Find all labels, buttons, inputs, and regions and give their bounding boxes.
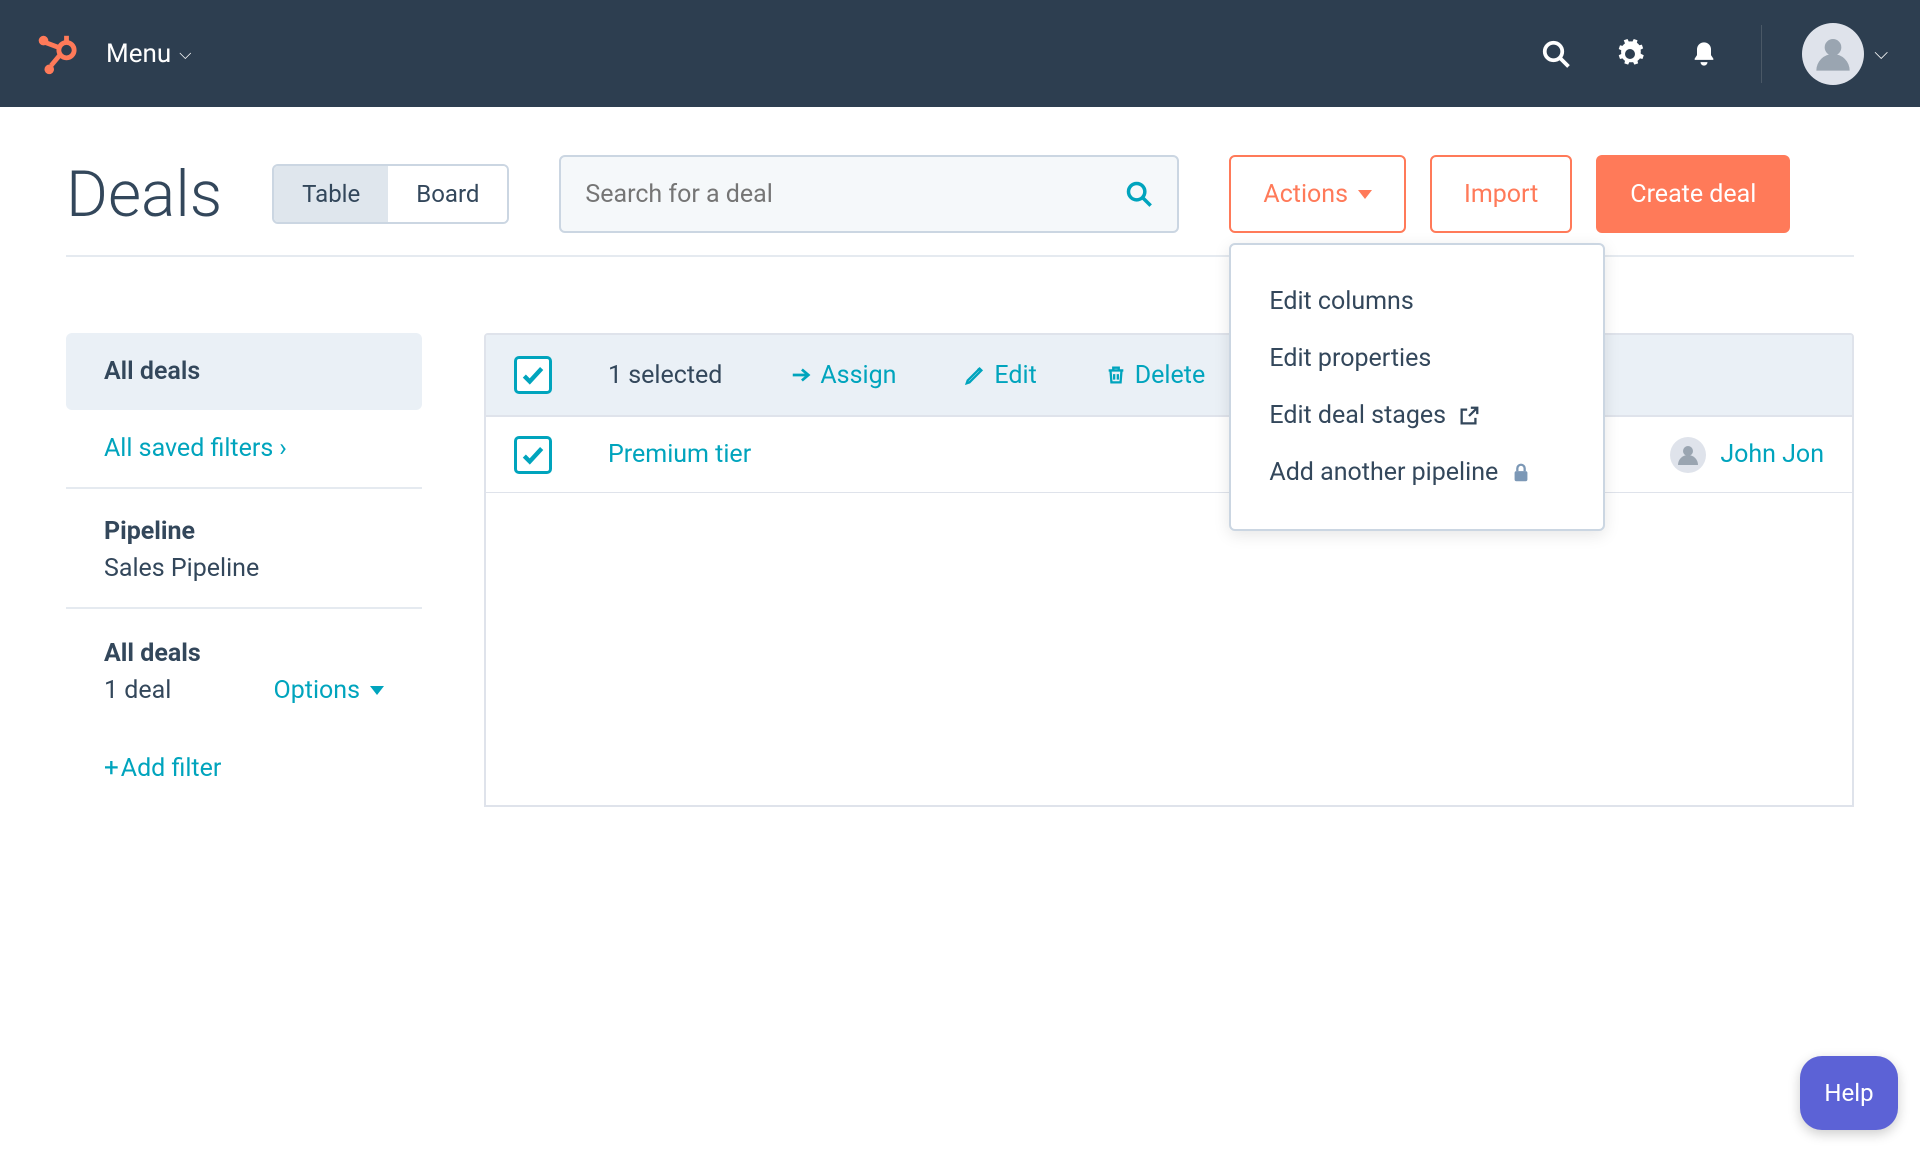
sidebar-options[interactable]: Options [274,676,384,705]
dropdown-edit-properties[interactable]: Edit properties [1231,330,1603,387]
page-title: Deals [66,157,222,232]
dropdown-edit-columns[interactable]: Edit columns [1231,273,1603,330]
plus-icon: + [104,753,119,783]
gear-icon[interactable] [1613,37,1647,71]
view-toggle: Table Board [272,164,509,224]
options-label: Options [274,676,360,705]
dropdown-add-pipeline-label: Add another pipeline [1269,458,1498,487]
account-menu[interactable]: ⌵ [1802,23,1888,85]
help-button[interactable]: Help [1800,1056,1898,1130]
sidebar-pipeline-value: Sales Pipeline [66,554,422,609]
hubspot-logo[interactable] [32,31,78,77]
actions-dropdown: Edit columns Edit properties Edit deal s… [1229,243,1605,531]
sidebar-filter-heading: All deals [66,609,422,676]
external-link-icon [1458,405,1480,427]
avatar [1802,23,1864,85]
selected-count: 1 selected [608,361,722,390]
table-header: 1 selected Assign Edit Delete [486,335,1852,417]
add-filter-label: Add filter [121,754,222,783]
page-header: Deals Table Board Actions Edit columns E… [66,107,1854,257]
deals-table: 1 selected Assign Edit Delete Pr [484,333,1854,807]
sidebar-pipeline-heading: Pipeline [66,493,422,554]
dropdown-edit-stages[interactable]: Edit deal stages [1231,387,1603,444]
menu-label: Menu [106,39,171,69]
bulk-edit[interactable]: Edit [964,361,1036,390]
edit-label: Edit [994,361,1036,390]
saved-filters-label: All saved filters [104,434,273,463]
menu-button[interactable]: Menu ⌵ [106,39,191,69]
bulk-assign[interactable]: Assign [790,361,896,390]
sidebar-all-deals[interactable]: All deals [66,333,422,410]
search-icon [1125,180,1153,208]
pencil-icon [964,364,986,386]
top-nav: Menu ⌵ ⌵ [0,0,1920,107]
chevron-down-icon: ⌵ [1874,43,1888,64]
import-button[interactable]: Import [1430,155,1572,233]
caret-down-icon [1358,190,1372,199]
sidebar: All deals All saved filters › Pipeline S… [66,333,422,807]
row-owner[interactable]: John Jon [1670,437,1824,473]
deal-name-link[interactable]: Premium tier [608,440,751,469]
view-board-button[interactable]: Board [388,166,507,222]
actions-label: Actions [1263,180,1348,209]
view-table-button[interactable]: Table [274,166,388,222]
create-deal-button[interactable]: Create deal [1596,155,1790,233]
actions-button[interactable]: Actions [1229,155,1406,233]
assign-label: Assign [820,361,896,390]
caret-down-icon [370,686,384,695]
nav-separator [1761,25,1762,83]
arrow-right-icon [790,364,812,386]
chevron-down-icon: ⌵ [179,44,191,64]
search-input[interactable] [585,180,1125,209]
dropdown-add-pipeline[interactable]: Add another pipeline [1231,444,1603,501]
bell-icon[interactable] [1687,37,1721,71]
owner-name: John Jon [1720,440,1824,469]
trash-icon [1105,364,1127,386]
add-filter-button[interactable]: + Add filter [66,729,422,807]
dropdown-edit-stages-label: Edit deal stages [1269,401,1446,430]
lock-icon [1510,462,1532,484]
search-box[interactable] [559,155,1179,233]
sidebar-deal-count: 1 deal [104,676,171,705]
table-row: Premium tier , 2018 John Jon [486,417,1852,493]
row-checkbox[interactable] [514,436,552,474]
chevron-right-icon: › [279,434,287,463]
select-all-checkbox[interactable] [514,356,552,394]
search-icon[interactable] [1539,37,1573,71]
owner-avatar [1670,437,1706,473]
bulk-delete[interactable]: Delete [1105,361,1205,390]
delete-label: Delete [1135,361,1205,390]
sidebar-saved-filters[interactable]: All saved filters › [66,410,422,489]
